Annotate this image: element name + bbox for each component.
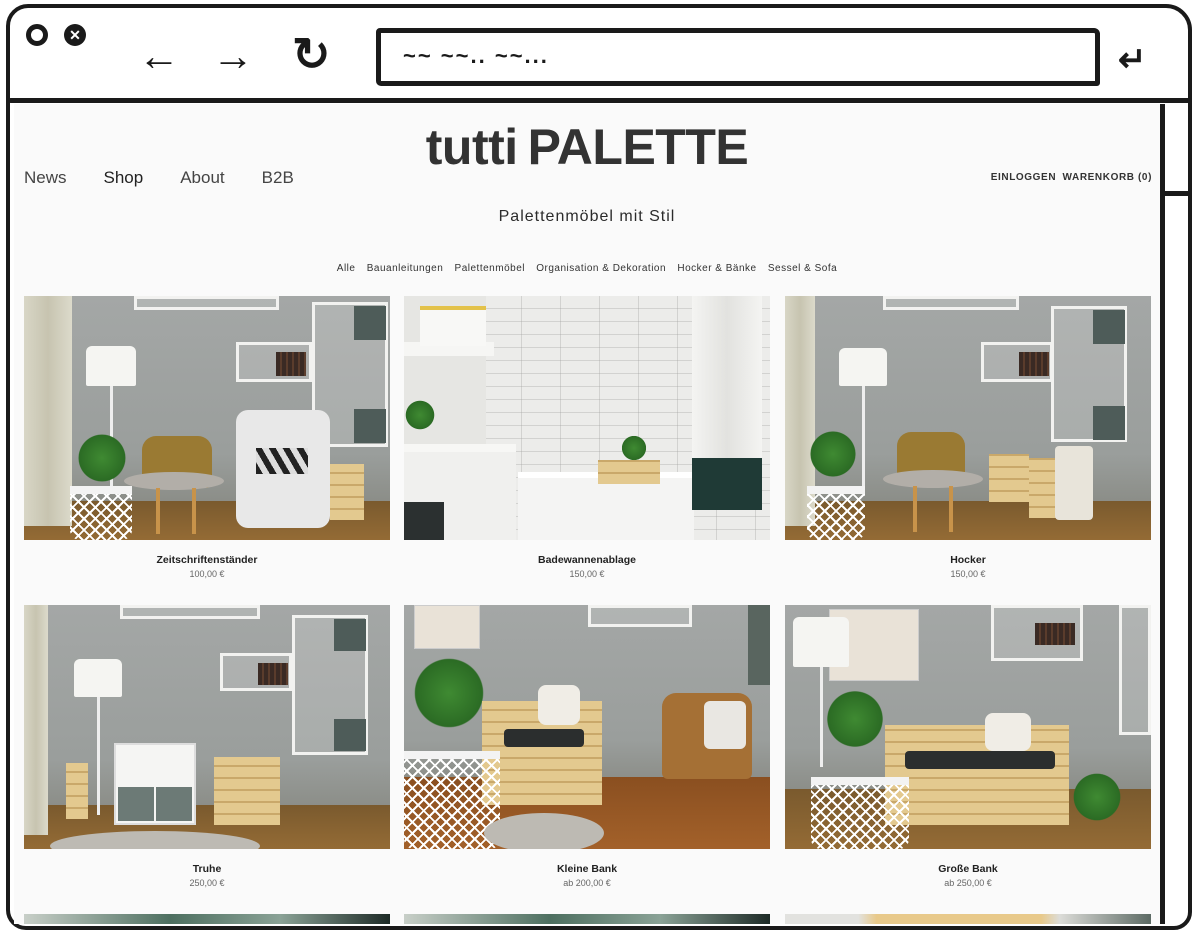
- category-palettenmoebel[interactable]: Palettenmöbel: [455, 263, 525, 274]
- category-organisation-dekoration[interactable]: Organisation & Dekoration: [536, 263, 666, 274]
- reload-icon[interactable]: ↻: [292, 28, 331, 80]
- page-viewport: tutti PALETTE News Shop About B2B EINLOGG…: [14, 104, 1160, 924]
- logo-prefix: tutti: [425, 119, 518, 175]
- product-image[interactable]: [404, 914, 770, 924]
- product-price: 100,00 €: [189, 569, 225, 579]
- product-price: 150,00 €: [569, 569, 605, 579]
- nav-about[interactable]: About: [180, 168, 224, 188]
- nav-news[interactable]: News: [24, 168, 67, 188]
- product-card[interactable]: Hocker 150,00 €: [785, 296, 1151, 579]
- product-name[interactable]: Truhe: [24, 863, 390, 875]
- product-image[interactable]: [404, 296, 770, 540]
- scrollbar-thumb[interactable]: [1160, 104, 1190, 196]
- main-navigation: News Shop About B2B: [24, 168, 331, 188]
- logo-main: PALETTE: [527, 119, 749, 175]
- product-card-partial[interactable]: [785, 914, 1151, 924]
- cart-link[interactable]: WARENKORB (0): [1063, 172, 1152, 183]
- product-price: 250,00 €: [189, 878, 225, 888]
- product-image[interactable]: [24, 296, 390, 540]
- product-price: 150,00 €: [950, 569, 986, 579]
- product-name[interactable]: Große Bank: [785, 863, 1151, 875]
- forward-arrow-icon[interactable]: →: [212, 30, 254, 82]
- product-card[interactable]: Große Bank ab 250,00 €: [785, 605, 1151, 888]
- product-name[interactable]: Kleine Bank: [404, 863, 770, 875]
- product-price: ab 200,00 €: [563, 878, 611, 888]
- product-card[interactable]: Zeitschriftenständer 100,00 €: [24, 296, 390, 579]
- product-image[interactable]: [24, 914, 390, 924]
- product-card[interactable]: Kleine Bank ab 200,00 €: [404, 605, 770, 888]
- product-image[interactable]: [404, 605, 770, 849]
- product-card[interactable]: Truhe 250,00 €: [24, 605, 390, 888]
- category-hocker-baenke[interactable]: Hocker & Bänke: [677, 263, 756, 274]
- account-links: EINLOGGEN WARENKORB (0): [991, 172, 1152, 183]
- product-name[interactable]: Hocker: [785, 554, 1151, 566]
- nav-shop[interactable]: Shop: [104, 168, 144, 188]
- window-close-icon[interactable]: ✕: [64, 24, 86, 46]
- window-open-icon[interactable]: [26, 24, 48, 46]
- product-name[interactable]: Zeitschriftenständer: [24, 554, 390, 566]
- product-image[interactable]: [785, 605, 1151, 849]
- product-card-partial[interactable]: [24, 914, 390, 924]
- scrollbar-track[interactable]: [1160, 104, 1186, 924]
- category-all[interactable]: Alle: [337, 263, 356, 274]
- page-tagline: Palettenmöbel mit Stil: [498, 208, 676, 225]
- product-image[interactable]: [785, 914, 1151, 924]
- toolbar-divider: [8, 98, 1192, 103]
- enter-return-icon[interactable]: ↵: [1118, 40, 1147, 80]
- product-price: ab 250,00 €: [944, 878, 992, 888]
- product-image[interactable]: [785, 296, 1151, 540]
- category-sessel-sofa[interactable]: Sessel & Sofa: [768, 263, 837, 274]
- category-filter: Alle Bauanleitungen Palettenmöbel Organi…: [14, 263, 1160, 274]
- product-name[interactable]: Badewannenablage: [404, 554, 770, 566]
- login-link[interactable]: EINLOGGEN: [991, 172, 1056, 183]
- nav-b2b[interactable]: B2B: [262, 168, 294, 188]
- product-image[interactable]: [24, 605, 390, 849]
- back-arrow-icon[interactable]: ←: [138, 30, 180, 82]
- product-card[interactable]: Badewannenablage 150,00 €: [404, 296, 770, 579]
- category-bauanleitungen[interactable]: Bauanleitungen: [367, 263, 444, 274]
- address-bar[interactable]: ~~ ~~.. ~~...: [376, 28, 1100, 86]
- product-card-partial[interactable]: [404, 914, 770, 924]
